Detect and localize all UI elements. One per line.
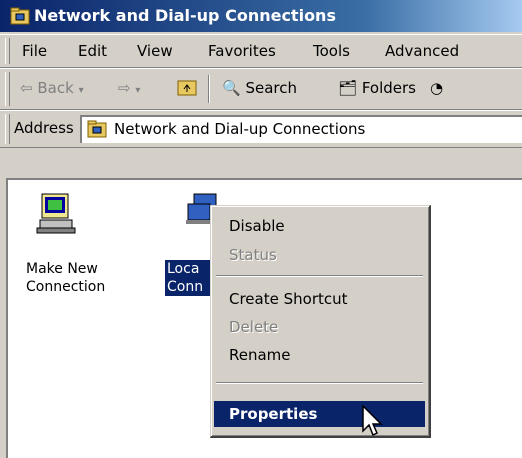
icon-label-line: Loca [167, 261, 200, 277]
menu-file[interactable]: File [22, 42, 47, 60]
explorer-window: Network and Dial-up Connections File Edi… [0, 0, 522, 458]
menu-separator [216, 382, 423, 384]
history-icon: ◔ [430, 79, 444, 97]
menu-item-status: Status [229, 246, 277, 264]
folder-network-icon [10, 7, 30, 25]
forward-dropdown-icon: ▾ [135, 85, 141, 96]
folders-icon: 🗂 [338, 79, 358, 97]
standard-toolbar: ⇦ Back ▾ ⇨ ▾ 🔍 Search 🗂 Folders ◔ [0, 68, 522, 110]
window-title: Network and Dial-up Connections [34, 6, 336, 25]
menubar-grip[interactable] [5, 38, 10, 64]
search-icon: 🔍 [222, 79, 241, 97]
back-label: Back [37, 79, 74, 97]
menu-tools[interactable]: Tools [313, 42, 350, 60]
make-new-connection-label[interactable]: Make New Connection [26, 260, 106, 296]
local-area-connection-label[interactable]: Loca Conn [165, 260, 211, 296]
menu-item-rename[interactable]: Rename [214, 342, 425, 368]
address-value: Network and Dial-up Connections [114, 120, 366, 138]
menu-item-delete: Delete [229, 318, 279, 336]
history-button[interactable]: ◔ [430, 79, 443, 97]
back-dropdown-icon: ▾ [78, 85, 84, 96]
address-label: Address [14, 119, 74, 137]
folders-label: Folders [361, 79, 416, 97]
menu-item-properties[interactable]: Properties [214, 401, 425, 427]
menu-item-disable[interactable]: Disable [214, 213, 425, 239]
forward-arrow-icon: ⇨ [118, 79, 131, 97]
address-input[interactable]: Network and Dial-up Connections [80, 115, 522, 143]
menu-edit[interactable]: Edit [78, 42, 107, 60]
menu-item-create-shortcut[interactable]: Create Shortcut [214, 286, 425, 312]
icon-label-line: Make New [26, 261, 98, 277]
folders-button[interactable]: 🗂 Folders [338, 79, 416, 97]
back-arrow-icon: ⇦ [20, 79, 33, 97]
address-bar: Address Network and Dial-up Connections [0, 110, 522, 148]
menu-favorites[interactable]: Favorites [208, 42, 276, 60]
up-folder-button[interactable] [176, 77, 198, 101]
addressbar-grip[interactable] [5, 114, 10, 144]
folder-network-icon [87, 120, 107, 138]
mouse-pointer-icon [362, 405, 383, 437]
make-new-connection-icon[interactable] [36, 192, 76, 234]
menu-advanced[interactable]: Advanced [385, 42, 459, 60]
up-folder-icon [177, 80, 197, 96]
search-label: Search [245, 79, 298, 97]
toolbar-separator [208, 75, 210, 103]
menu-separator [216, 275, 423, 277]
icon-label-line: Connection [26, 279, 106, 295]
menu-bar: File Edit View Favorites Tools Advanced [0, 34, 522, 68]
forward-button[interactable]: ⇨ ▾ [118, 79, 140, 97]
icon-label-line: Conn [167, 279, 204, 295]
toolbar-grip[interactable] [5, 72, 10, 106]
title-bar[interactable]: Network and Dial-up Connections [0, 0, 522, 32]
context-menu: Disable Status Create Shortcut Delete Re… [210, 205, 431, 438]
back-button[interactable]: ⇦ Back ▾ [20, 79, 84, 97]
search-button[interactable]: 🔍 Search [222, 79, 297, 97]
menu-view[interactable]: View [137, 42, 173, 60]
